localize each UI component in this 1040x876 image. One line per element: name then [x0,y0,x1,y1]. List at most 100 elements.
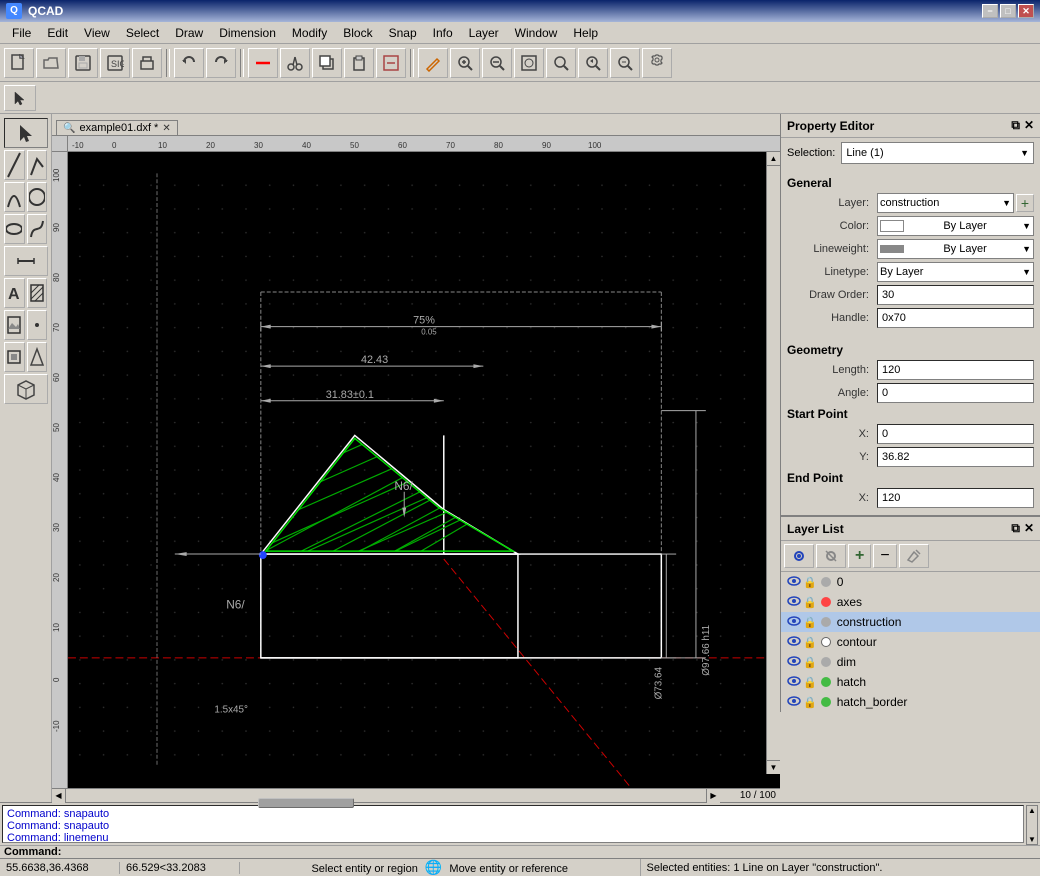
tool-image[interactable] [4,310,25,340]
menu-modify[interactable]: Modify [284,24,335,42]
layer-eye-icon[interactable] [787,615,801,629]
menu-layer[interactable]: Layer [461,24,507,42]
layer-restore-icon[interactable]: ⧉ [1011,521,1020,536]
tool-dimension[interactable] [4,246,48,276]
zoom-out-button[interactable] [482,48,512,78]
scroll-down-button[interactable]: ▼ [767,760,780,774]
tool-ellipse[interactable] [4,214,25,244]
minimize-button[interactable]: − [982,4,998,18]
layer-remove-button[interactable]: − [873,544,896,568]
restore-icon[interactable]: ⧉ [1011,118,1020,133]
lock-icon[interactable]: 🔒 [803,696,817,709]
layer-close-icon[interactable]: ✕ [1024,521,1034,536]
angle-value[interactable]: 0 [877,383,1034,403]
print-button[interactable] [132,48,162,78]
tool-point[interactable] [27,310,48,340]
layer-item[interactable]: 🔒 0 [781,572,1040,592]
tool-polyline[interactable] [27,150,48,180]
selection-dropdown[interactable]: Line (1) ▼ [841,142,1034,164]
scroll-thumb-h[interactable] [258,798,354,808]
vertical-scrollbar[interactable]: ▲ ▼ [766,152,780,774]
layer-item[interactable]: 🔒 hatch [781,672,1040,692]
pencil-button[interactable] [418,48,448,78]
copy-button[interactable] [312,48,342,78]
tool-circle[interactable] [27,182,48,212]
delete-button[interactable] [248,48,278,78]
redo-button[interactable] [206,48,236,78]
tool-3d-view[interactable] [4,374,48,404]
undo-button[interactable] [174,48,204,78]
tool-edit-solid[interactable] [27,342,48,372]
tool-select[interactable] [4,118,48,148]
zoom-in-button[interactable] [450,48,480,78]
horizontal-scrollbar[interactable]: ◀ ▶ 10 / 100 [52,788,780,802]
tool-hatch[interactable] [27,278,48,308]
lineweight-dropdown[interactable]: By Layer ▼ [877,239,1034,259]
cmd-scrollbar[interactable]: ▲ ▼ [1026,805,1038,845]
lock-icon[interactable]: 🔒 [803,576,817,589]
layer-item[interactable]: 🔒 axes [781,592,1040,612]
layer-eye-icon[interactable] [787,695,801,709]
menu-file[interactable]: File [4,24,39,42]
lock-icon[interactable]: 🔒 [803,616,817,629]
length-value[interactable]: 120 [877,360,1034,380]
close-panel-icon[interactable]: ✕ [1024,118,1034,133]
layer-eye-icon[interactable] [787,675,801,689]
paste-button[interactable] [344,48,374,78]
scroll-up-button[interactable]: ▲ [767,152,780,166]
edit-button[interactable]: SIG [100,48,130,78]
save-button[interactable] [68,48,98,78]
lock-icon[interactable]: 🔒 [803,676,817,689]
layer-item[interactable]: 🔒 construction [781,612,1040,632]
menu-dimension[interactable]: Dimension [211,24,284,42]
scroll-right-button[interactable]: ▶ [706,789,720,803]
lock-icon[interactable]: 🔒 [803,636,817,649]
tab-close-icon[interactable]: ✕ [162,123,170,134]
settings-button[interactable] [642,48,672,78]
end-x-value[interactable]: 120 [877,488,1034,508]
layer-item[interactable]: 🔒 contour [781,632,1040,652]
menu-block[interactable]: Block [335,24,380,42]
layer-hide-all-button[interactable] [816,544,846,568]
cmd-scroll-up[interactable]: ▲ [1027,806,1037,815]
start-y-value[interactable]: 36.82 [877,447,1034,467]
tool-text[interactable]: A [4,278,25,308]
menu-snap[interactable]: Snap [381,24,425,42]
layer-item[interactable]: 🔒 dim [781,652,1040,672]
layer-show-all-button[interactable] [784,544,814,568]
layer-eye-icon[interactable] [787,595,801,609]
layer-eye-icon[interactable] [787,575,801,589]
draw-order-value[interactable]: 30 [877,285,1034,305]
zoom-fit-button[interactable] [514,48,544,78]
select-pointer-button[interactable] [4,85,36,111]
cmd-scroll-down[interactable]: ▼ [1027,835,1037,844]
color-dropdown[interactable]: By Layer ▼ [877,216,1034,236]
new-button[interactable] [4,48,34,78]
lock-icon[interactable]: 🔒 [803,596,817,609]
tool-pattern[interactable] [4,342,25,372]
drawing-viewport[interactable]: 75% 0.05 42.43 31.83±0.1 N6/ [68,152,780,788]
maximize-button[interactable]: □ [1000,4,1016,18]
paste2-button[interactable] [376,48,406,78]
close-button[interactable]: ✕ [1018,4,1034,18]
drawing-tab[interactable]: 🔍 example01.dxf * ✕ [56,120,178,135]
layer-eye-icon[interactable] [787,635,801,649]
scroll-left-button[interactable]: ◀ [52,789,66,803]
layer-dropdown[interactable]: construction ▼ [877,193,1014,213]
open-button[interactable] [36,48,66,78]
menu-edit[interactable]: Edit [39,24,76,42]
layer-add-button[interactable]: + [848,544,871,568]
menu-draw[interactable]: Draw [167,24,211,42]
linetype-dropdown[interactable]: By Layer ▼ [877,262,1034,282]
zoom-prev-button[interactable] [578,48,608,78]
cut-button[interactable] [280,48,310,78]
menu-help[interactable]: Help [565,24,606,42]
start-x-value[interactable]: 0 [877,424,1034,444]
tool-spline[interactable] [27,214,48,244]
menu-info[interactable]: Info [425,24,461,42]
zoom-back-button[interactable] [610,48,640,78]
layer-edit-button[interactable] [899,544,929,568]
tool-arc[interactable] [4,182,25,212]
lock-icon[interactable]: 🔒 [803,656,817,669]
layer-item[interactable]: 🔒 hatch_border [781,692,1040,712]
